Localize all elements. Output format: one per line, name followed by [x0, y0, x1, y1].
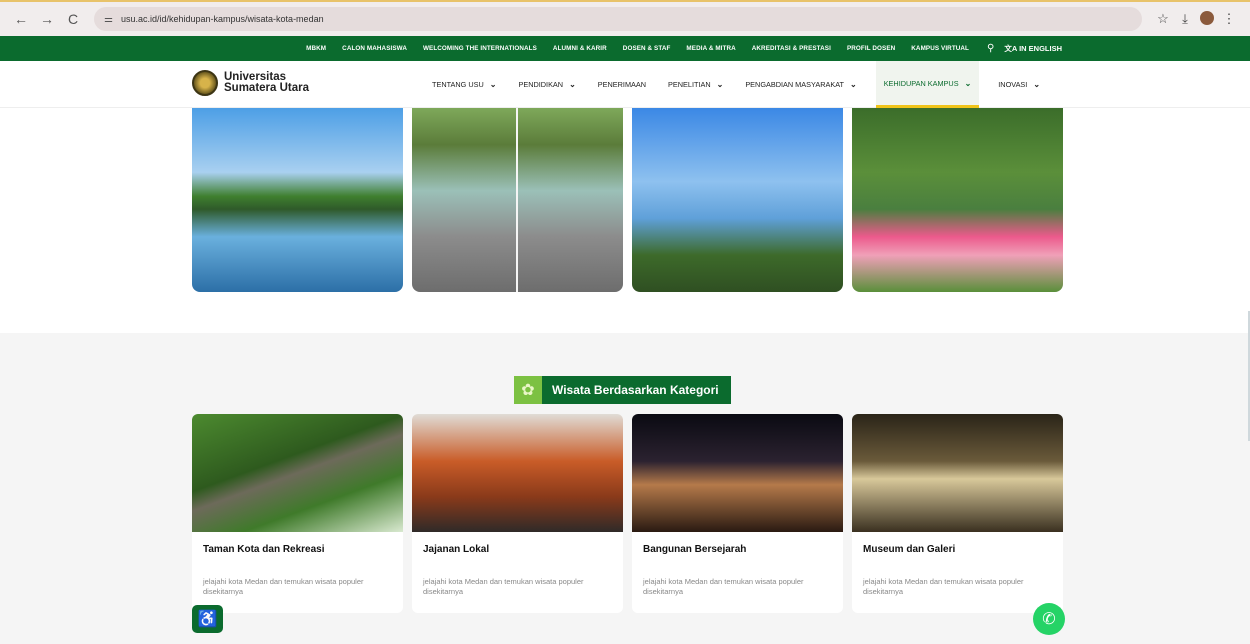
card-title: Jajanan Lokal: [423, 544, 490, 555]
site-settings-icon[interactable]: ⚌: [104, 14, 113, 25]
top-utility-bar: MBKM CALON MAHASISWA WELCOMING THE INTER…: [0, 36, 1250, 61]
menu-item-penerimaan[interactable]: PENERIMAAN: [595, 61, 649, 108]
category-card-jajanan[interactable]: Jajanan Lokal jelajahi kota Medan dan te…: [412, 414, 623, 613]
category-card-museum[interactable]: Museum dan Galeri jelajahi kota Medan da…: [852, 414, 1063, 613]
menu-label: PENDIDIKAN: [518, 80, 564, 89]
profile-icon: [1200, 10, 1214, 25]
accessibility-button[interactable]: ♿: [192, 605, 223, 633]
whatsapp-icon: ✆: [1042, 611, 1056, 628]
reload-icon[interactable]: C: [62, 8, 84, 30]
browser-toolbar: ← → C ⚌ usu.ac.id/id/kehidupan-kampus/wi…: [0, 0, 1250, 36]
topbar-link-profil-dosen[interactable]: PROFIL DOSEN: [847, 45, 895, 52]
usu-emblem-icon: [192, 70, 218, 96]
bookmark-star-icon[interactable]: ☆: [1152, 11, 1174, 27]
category-section: ✿ Wisata Berdasarkan Kategori Taman Kota…: [0, 333, 1250, 644]
card-image-food: [412, 414, 623, 532]
topbar-link-akreditasi[interactable]: AKREDITASI & PRESTASI: [752, 45, 831, 52]
card-description: jelajahi kota Medan dan temukan wisata p…: [203, 577, 364, 596]
whatsapp-button[interactable]: ✆: [1033, 603, 1065, 635]
profile-avatar[interactable]: [1196, 10, 1218, 28]
card-title: Museum dan Galeri: [863, 544, 956, 555]
gallery-photo-mural-path[interactable]: [412, 108, 623, 292]
gallery-photo-lake-gazebo[interactable]: [192, 108, 403, 292]
chevron-down-icon: ⌄: [1033, 80, 1041, 89]
gallery-photo-umbrella-lake[interactable]: [632, 108, 843, 292]
menu-bar: TENTANG USU ⌄ PENDIDIKAN ⌄ PENERIMAAN PENE…: [429, 61, 1059, 108]
category-heading: ✿ Wisata Berdasarkan Kategori: [514, 376, 731, 404]
search-icon[interactable]: ⚲: [987, 43, 994, 54]
main-navigation: Universitas Sumatera Utara TENTANG USU ⌄ …: [0, 61, 1250, 108]
card-description: jelajahi kota Medan dan temukan wisata p…: [863, 577, 1024, 596]
menu-item-inovasi[interactable]: INOVASI ⌄: [995, 61, 1043, 108]
menu-label: PENELITIAN: [668, 80, 711, 89]
menu-label: INOVASI: [998, 80, 1028, 89]
forward-icon[interactable]: →: [36, 8, 58, 30]
chevron-down-icon: ⌄: [716, 80, 724, 89]
accessibility-icon: ♿: [197, 611, 218, 628]
card-image-waterfall: [192, 414, 403, 532]
category-cards: Taman Kota dan Rekreasi jelajahi kota Me…: [192, 414, 1072, 613]
card-title: Taman Kota dan Rekreasi: [203, 544, 325, 555]
menu-label: PENGABDIAN MASYARAKAT: [745, 80, 844, 89]
card-image-building: [632, 414, 843, 532]
card-description: jelajahi kota Medan dan temukan wisata p…: [423, 577, 584, 596]
topbar-link-kampus-virtual[interactable]: KAMPUS VIRTUAL: [911, 45, 969, 52]
chevron-down-icon: ⌄: [849, 80, 857, 89]
chevron-down-icon: ⌄: [569, 80, 576, 89]
topbar-link-dosen-staf[interactable]: DOSEN & STAF: [623, 45, 671, 52]
chevron-down-icon: ⌄: [964, 78, 972, 88]
download-icon[interactable]: ⤓: [1174, 11, 1196, 27]
chevron-down-icon: ⌄: [489, 80, 497, 89]
flower-icon: ✿: [514, 376, 542, 404]
url-text: usu.ac.id/id/kehidupan-kampus/wisata-kot…: [120, 14, 324, 24]
photo-divider: [516, 108, 518, 292]
topbar-link-alumni-karir[interactable]: ALUMNI & KARIR: [553, 45, 607, 52]
topbar-link-mbkm[interactable]: MBKM: [306, 45, 326, 52]
logo-line-2: Sumatera Utara: [224, 82, 310, 94]
menu-label: KEHIDUPAN KAMPUS: [883, 78, 959, 88]
menu-item-pendidikan[interactable]: PENDIDIKAN ⌄: [515, 61, 578, 108]
category-card-taman[interactable]: Taman Kota dan Rekreasi jelajahi kota Me…: [192, 414, 403, 613]
logo-text: Universitas Sumatera Utara: [224, 71, 310, 94]
topbar-link-internationals[interactable]: WELCOMING THE INTERNATIONALS: [423, 45, 537, 52]
topbar-link-media-mitra[interactable]: MEDIA & MITRA: [686, 45, 735, 52]
menu-label: TENTANG USU: [432, 80, 484, 89]
browser-menu-icon[interactable]: ⋮: [1218, 11, 1240, 27]
photo-gallery: [192, 108, 1072, 292]
menu-item-kehidupan-kampus[interactable]: KEHIDUPAN KAMPUS ⌄: [875, 61, 980, 108]
gallery-photo-kayaks[interactable]: [852, 108, 1063, 292]
browser-actions: ☆ ⤓ ⋮: [1152, 10, 1240, 28]
topbar-link-calon-mahasiswa[interactable]: CALON MAHASISWA: [342, 45, 407, 52]
menu-item-pengabdian-masyarakat[interactable]: PENGABDIAN MASYARAKAT ⌄: [742, 61, 859, 108]
back-icon[interactable]: ←: [10, 8, 32, 30]
category-card-bangunan[interactable]: Bangunan Bersejarah jelajahi kota Medan …: [632, 414, 843, 613]
address-bar[interactable]: ⚌ usu.ac.id/id/kehidupan-kampus/wisata-k…: [94, 7, 1142, 31]
menu-item-penelitian[interactable]: PENELITIAN ⌄: [665, 61, 726, 108]
menu-item-tentang-usu[interactable]: TENTANG USU ⌄: [429, 61, 499, 108]
category-title: Wisata Berdasarkan Kategori: [552, 383, 719, 397]
card-image-museum: [852, 414, 1063, 532]
language-toggle[interactable]: 文A IN ENGLISH: [1004, 43, 1062, 54]
card-title: Bangunan Bersejarah: [643, 544, 747, 555]
menu-label: PENERIMAAN: [597, 80, 647, 89]
site-logo[interactable]: Universitas Sumatera Utara: [192, 70, 309, 96]
card-description: jelajahi kota Medan dan temukan wisata p…: [643, 577, 804, 596]
